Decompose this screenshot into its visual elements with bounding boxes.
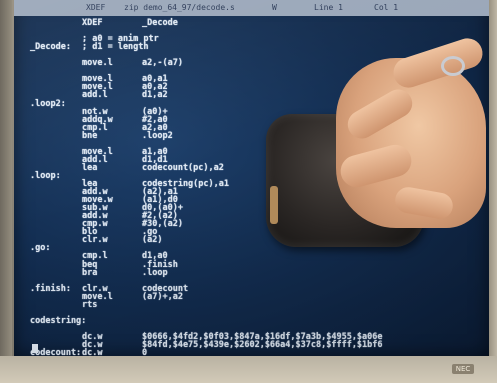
code-arg: (a7)+,a2 [142,291,183,302]
code-label: .loop: [30,170,61,181]
code-arg: $84fd,$4e75,$439e,$2602,$66a4,$37c8,$fff… [142,340,383,350]
code-op: XDEF [82,18,103,28]
code-op: ; d1 = length [82,42,149,53]
statusbar-left: XDEF [86,3,106,12]
finger-ring [441,56,465,76]
code-op: add.l [82,90,108,101]
code-label: _Decode: [30,42,71,53]
code-arg: d1,a2 [142,90,168,101]
code-op: dc.w [82,348,103,356]
statusbar-mode: Col 1 [374,3,399,12]
monitor-bezel-bottom [0,356,497,383]
code-arg: .loop [142,267,168,278]
code-op: rts [82,299,98,310]
code-arg: _Decode [142,18,178,28]
code-arg: .loop2 [142,130,173,141]
code-op: clr.w [82,235,108,246]
code-label: .finish: [30,283,71,294]
code-label: codestring: [30,315,87,326]
code-label: .go: [30,243,51,254]
editor-statusbar: XDEF zip demo_64_97/decode.s W Line 1 Co… [14,0,489,16]
monitor-bezel-left [0,0,12,383]
code-arg: 0 [142,348,148,356]
code-op: lea [82,162,98,173]
code-op: move.l [82,58,113,69]
code-op: bne [82,130,98,141]
statusbar-file: zip demo_64_97/decode.s [124,3,235,12]
code-arg: codecount(pc),a2 [142,162,224,173]
code-arg: (a2) [142,235,163,246]
monitor-brand-logo: NEC [452,364,474,374]
code-arg: a2,-(a7) [142,58,183,69]
case-zipper-pull [270,186,278,224]
statusbar-col: W [272,3,277,12]
code-label: .loop2: [30,98,66,109]
statusbar-line: Line 1 [314,3,343,12]
text-cursor [32,344,38,353]
code-op: bra [82,267,98,278]
